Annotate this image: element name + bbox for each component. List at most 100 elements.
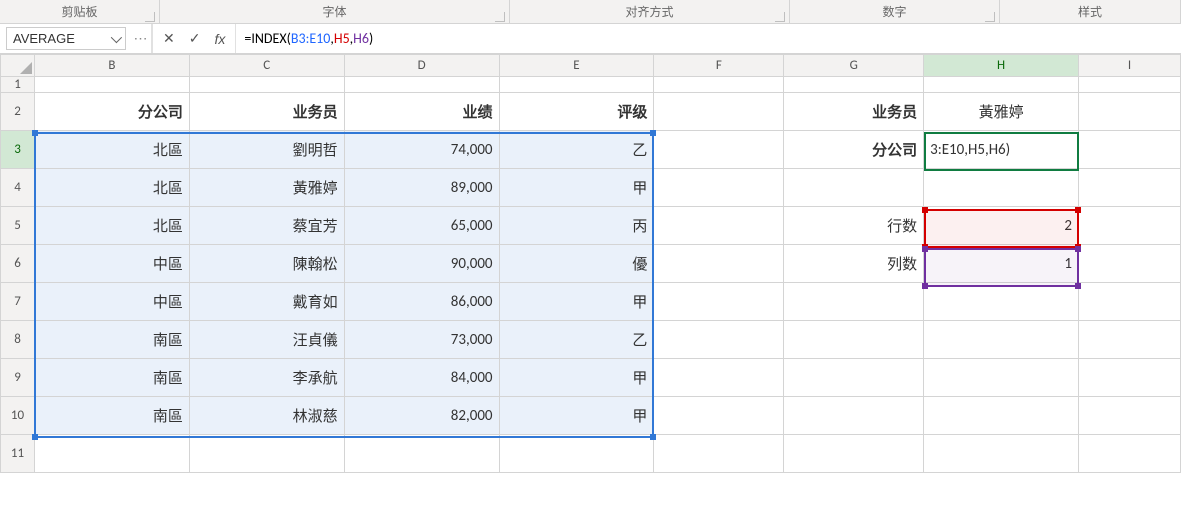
cell[interactable]	[344, 435, 499, 473]
cell[interactable]	[1079, 321, 1181, 359]
cell[interactable]: 甲	[499, 397, 654, 435]
cell[interactable]: 业绩	[344, 93, 499, 131]
cell[interactable]	[784, 359, 924, 397]
cell-active[interactable]: 3:E10,H5,H6)	[924, 131, 1079, 169]
cell[interactable]: 李承航	[189, 359, 344, 397]
ribbon-group-number[interactable]: 数字	[790, 0, 1000, 23]
cell[interactable]: 业务员	[784, 93, 924, 131]
cell[interactable]: 劉明哲	[189, 131, 344, 169]
cell[interactable]	[924, 77, 1079, 93]
row-header[interactable]: 4	[1, 169, 35, 207]
cell[interactable]: 北區	[34, 169, 189, 207]
row-header[interactable]: 9	[1, 359, 35, 397]
cell[interactable]	[344, 77, 499, 93]
cell[interactable]: 中區	[34, 245, 189, 283]
row-header[interactable]: 11	[1, 435, 35, 473]
cell[interactable]	[1079, 131, 1181, 169]
row-header[interactable]: 2	[1, 93, 35, 131]
cell[interactable]	[924, 435, 1079, 473]
cell[interactable]	[1079, 77, 1181, 93]
cell[interactable]: 甲	[499, 169, 654, 207]
cell[interactable]	[784, 321, 924, 359]
cell[interactable]	[784, 283, 924, 321]
cell[interactable]	[189, 77, 344, 93]
cell[interactable]: 汪貞儀	[189, 321, 344, 359]
cell[interactable]: 90,000	[344, 245, 499, 283]
cell[interactable]: 分公司	[784, 131, 924, 169]
cell[interactable]	[784, 77, 924, 93]
cell[interactable]	[1079, 435, 1181, 473]
cell[interactable]: 北區	[34, 207, 189, 245]
cell[interactable]	[654, 169, 784, 207]
dialog-launcher-icon[interactable]	[495, 12, 505, 22]
col-header[interactable]: E	[499, 55, 654, 77]
cell[interactable]: 业务员	[189, 93, 344, 131]
cell[interactable]: 南區	[34, 359, 189, 397]
cell[interactable]: 陳翰松	[189, 245, 344, 283]
select-all-corner[interactable]	[1, 55, 35, 77]
cell[interactable]	[784, 397, 924, 435]
dialog-launcher-icon[interactable]	[145, 12, 155, 22]
cell[interactable]: 行数	[784, 207, 924, 245]
ribbon-group-clipboard[interactable]: 剪贴板	[0, 0, 160, 23]
cell[interactable]: 89,000	[344, 169, 499, 207]
cell[interactable]: 蔡宜芳	[189, 207, 344, 245]
cell[interactable]: 1	[924, 245, 1079, 283]
worksheet[interactable]: B C D E F G H I 1 2 分公司 业务员 业绩 评级 业务员 黃雅…	[0, 54, 1181, 473]
expand-formula-icon[interactable]: ⋯	[130, 24, 152, 53]
row-header[interactable]: 3	[1, 131, 35, 169]
formula-input[interactable]: =INDEX(B3:E10,H5,H6)	[236, 24, 1181, 53]
cell[interactable]: 南區	[34, 321, 189, 359]
name-box[interactable]: AVERAGE	[6, 27, 126, 50]
cell[interactable]	[924, 397, 1079, 435]
cell[interactable]	[654, 245, 784, 283]
cell[interactable]	[1079, 93, 1181, 131]
ribbon-group-font[interactable]: 字体	[160, 0, 510, 23]
cell[interactable]: 74,000	[344, 131, 499, 169]
col-header[interactable]: F	[654, 55, 784, 77]
cell[interactable]: 北區	[34, 131, 189, 169]
cell[interactable]	[924, 169, 1079, 207]
row-header[interactable]: 7	[1, 283, 35, 321]
cell[interactable]	[654, 321, 784, 359]
cell[interactable]	[784, 169, 924, 207]
cell[interactable]: 甲	[499, 359, 654, 397]
cell[interactable]: 65,000	[344, 207, 499, 245]
cell[interactable]: 分公司	[34, 93, 189, 131]
cell[interactable]: 黃雅婷	[189, 169, 344, 207]
cell[interactable]	[499, 435, 654, 473]
cell[interactable]	[654, 93, 784, 131]
col-header[interactable]: I	[1079, 55, 1181, 77]
cell[interactable]: 丙	[499, 207, 654, 245]
ribbon-group-alignment[interactable]: 对齐方式	[510, 0, 790, 23]
cell[interactable]	[924, 359, 1079, 397]
cell[interactable]: 戴育如	[189, 283, 344, 321]
cell[interactable]	[654, 397, 784, 435]
cell[interactable]	[1079, 397, 1181, 435]
cancel-icon[interactable]: ✕	[163, 30, 175, 47]
dialog-launcher-icon[interactable]	[985, 12, 995, 22]
dialog-launcher-icon[interactable]	[775, 12, 785, 22]
col-header[interactable]: C	[189, 55, 344, 77]
cell[interactable]: 林淑慈	[189, 397, 344, 435]
cell[interactable]	[654, 131, 784, 169]
cell[interactable]	[1079, 245, 1181, 283]
col-header[interactable]: D	[344, 55, 499, 77]
row-header[interactable]: 6	[1, 245, 35, 283]
row-header[interactable]: 8	[1, 321, 35, 359]
cell[interactable]: 84,000	[344, 359, 499, 397]
row-header[interactable]: 5	[1, 207, 35, 245]
cell[interactable]: 73,000	[344, 321, 499, 359]
cell[interactable]: 2	[924, 207, 1079, 245]
cell[interactable]	[1079, 169, 1181, 207]
enter-icon[interactable]: ✓	[189, 30, 201, 47]
cell[interactable]	[1079, 359, 1181, 397]
cell[interactable]	[924, 321, 1079, 359]
col-header[interactable]: H	[924, 55, 1079, 77]
row-header[interactable]: 10	[1, 397, 35, 435]
cell[interactable]	[189, 435, 344, 473]
cell[interactable]	[499, 77, 654, 93]
chevron-down-icon[interactable]	[111, 31, 122, 42]
cell[interactable]	[784, 435, 924, 473]
cell[interactable]: 甲	[499, 283, 654, 321]
